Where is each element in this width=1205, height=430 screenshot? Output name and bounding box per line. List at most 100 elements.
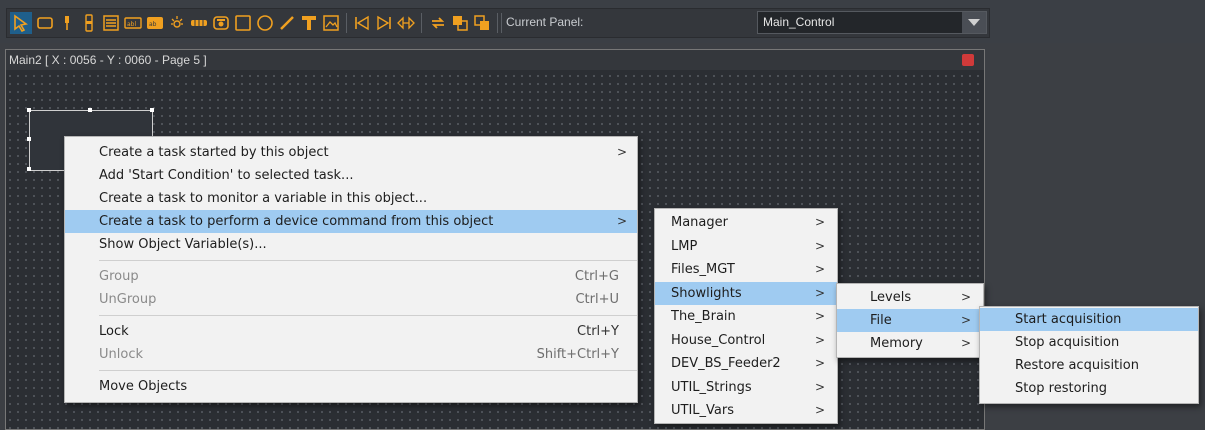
chevron-right-icon: > xyxy=(960,336,971,350)
bring-front-icon[interactable] xyxy=(449,12,471,34)
send-back-icon[interactable] xyxy=(471,12,493,34)
submenu-item-util-strings[interactable]: UTIL_Strings > xyxy=(655,376,837,400)
submenu-item-stop-acquisition[interactable]: Stop acquisition xyxy=(980,331,1198,354)
menu-item-label: Move Objects xyxy=(99,379,188,394)
chevron-right-icon: > xyxy=(814,403,825,417)
submenu-item-house-control[interactable]: House_Control > xyxy=(655,329,837,353)
close-icon[interactable] xyxy=(962,54,974,66)
current-panel-value: Main_Control xyxy=(763,15,835,29)
led-bar-icon[interactable] xyxy=(188,12,210,34)
submenu-item-file[interactable]: File > xyxy=(837,309,983,332)
chevron-right-icon: > xyxy=(814,356,825,370)
resize-handle[interactable] xyxy=(150,108,154,112)
chevron-right-icon: > xyxy=(814,285,825,300)
menu-separator xyxy=(99,370,637,371)
square-icon[interactable] xyxy=(232,12,254,34)
submenu-item-files-mgt[interactable]: Files_MGT > xyxy=(655,258,837,282)
svg-text:ab: ab xyxy=(149,21,157,28)
menu-item-shortcut: Ctrl+G xyxy=(574,269,619,284)
menu-item-show-object-variables[interactable]: Show Object Variable(s)... xyxy=(65,233,637,256)
chevron-right-icon: > xyxy=(960,313,971,327)
submenu-item-memory[interactable]: Memory > xyxy=(837,332,983,355)
menu-item-label: Add 'Start Condition' to selected task..… xyxy=(99,168,354,183)
menu-item-label: Create a task started by this object xyxy=(99,145,329,160)
camera-icon[interactable] xyxy=(210,12,232,34)
resize-handle[interactable] xyxy=(88,108,92,112)
menu-item-label: UTIL_Vars xyxy=(671,403,735,418)
submenu-item-stop-restoring[interactable]: Stop restoring xyxy=(980,377,1198,400)
menu-item-create-task-monitor[interactable]: Create a task to monitor a variable in t… xyxy=(65,187,637,210)
circle-icon[interactable] xyxy=(254,12,276,34)
toolbar-separator xyxy=(346,13,347,33)
resize-handle[interactable] xyxy=(27,108,31,112)
resize-handle[interactable] xyxy=(27,137,31,141)
submenu-item-manager[interactable]: Manager > xyxy=(655,211,837,235)
menu-item-label: UTIL_Strings xyxy=(671,379,752,395)
text-icon[interactable] xyxy=(298,12,320,34)
chevron-down-icon[interactable] xyxy=(962,12,986,33)
showlights-submenu: Levels > File > Memory > xyxy=(836,283,984,358)
menu-item-label: Manager xyxy=(671,215,728,230)
menu-separator xyxy=(99,315,637,316)
submenu-item-showlights[interactable]: Showlights > xyxy=(655,281,837,305)
menu-item-label: Create a task to perform a device comman… xyxy=(99,214,494,229)
chevron-right-icon: > xyxy=(814,379,825,394)
rectangle-icon[interactable] xyxy=(34,12,56,34)
menu-item-label: House_Control xyxy=(671,332,766,348)
menu-item-move-objects[interactable]: Move Objects xyxy=(65,375,637,398)
menu-item-label: Start acquisition xyxy=(1015,312,1122,327)
menu-item-label: Restore acquisition xyxy=(1015,358,1139,373)
menu-separator xyxy=(99,260,637,261)
menu-item-lock[interactable]: Lock Ctrl+Y xyxy=(65,320,637,343)
panel-title-text: Main2 [ X : 0056 - Y : 0060 - Page 5 ] xyxy=(9,53,207,67)
first-icon[interactable] xyxy=(351,12,373,34)
pin-icon[interactable] xyxy=(56,12,78,34)
arrow-h-icon[interactable] xyxy=(395,12,417,34)
chevron-right-icon: > xyxy=(814,215,825,229)
menu-item-label: Unlock xyxy=(99,347,143,362)
toolbar: abl ab Current Panel: Main_Control xyxy=(0,0,1205,43)
toolbar-separator xyxy=(421,13,422,33)
chevron-right-icon: > xyxy=(814,262,825,276)
slider-icon[interactable] xyxy=(78,12,100,34)
submenu-item-util-vars[interactable]: UTIL_Vars > xyxy=(655,399,837,423)
menu-item-label: Show Object Variable(s)... xyxy=(99,237,267,252)
menu-item-create-task-started[interactable]: Create a task started by this object > xyxy=(65,141,637,164)
menu-item-label: Lock xyxy=(99,324,129,339)
menu-item-label: File xyxy=(870,313,892,328)
resize-handle[interactable] xyxy=(27,167,31,171)
submenu-item-the-brain[interactable]: The_Brain > xyxy=(655,305,837,329)
current-panel-label: Current Panel: xyxy=(506,15,584,29)
menu-item-label: Showlights xyxy=(671,285,742,301)
menu-item-label: DEV_BS_Feeder2 xyxy=(671,356,781,371)
menu-item-label: Files_MGT xyxy=(671,262,735,277)
menu-item-label: Levels xyxy=(870,290,912,305)
menu-item-shortcut: Ctrl+U xyxy=(575,292,619,307)
toolbar-strip: abl ab Current Panel: Main_Control xyxy=(6,8,990,38)
textbox-icon[interactable]: abl xyxy=(122,12,144,34)
menu-item-shortcut: Ctrl+Y xyxy=(577,324,619,339)
submenu-item-dev-bs-feeder2[interactable]: DEV_BS_Feeder2 > xyxy=(655,352,837,376)
last-icon[interactable] xyxy=(373,12,395,34)
chevron-right-icon: > xyxy=(814,238,825,253)
menu-item-add-start-condition[interactable]: Add 'Start Condition' to selected task..… xyxy=(65,164,637,187)
line-icon[interactable] xyxy=(276,12,298,34)
image-icon[interactable] xyxy=(320,12,342,34)
light-icon[interactable] xyxy=(166,12,188,34)
menu-item-label: Group xyxy=(99,269,139,284)
chevron-right-icon: > xyxy=(616,214,627,228)
pointer-icon[interactable] xyxy=(10,12,32,34)
panel-title: Main2 [ X : 0056 - Y : 0060 - Page 5 ] xyxy=(6,50,984,70)
menu-item-create-task-device-command[interactable]: Create a task to perform a device comman… xyxy=(65,210,637,233)
submenu-item-start-acquisition[interactable]: Start acquisition xyxy=(980,308,1198,331)
submenu-item-restore-acquisition[interactable]: Restore acquisition xyxy=(980,354,1198,377)
current-panel-select[interactable]: Main_Control xyxy=(757,11,987,34)
chevron-right-icon: > xyxy=(814,309,825,323)
menu-item-label: Stop restoring xyxy=(1015,381,1108,396)
label-icon[interactable]: ab xyxy=(144,12,166,34)
submenu-item-levels[interactable]: Levels > xyxy=(837,286,983,309)
swap-icon[interactable] xyxy=(427,12,449,34)
submenu-item-lmp[interactable]: LMP > xyxy=(655,235,837,259)
list-icon[interactable] xyxy=(100,12,122,34)
menu-item-group: Group Ctrl+G xyxy=(65,265,637,288)
